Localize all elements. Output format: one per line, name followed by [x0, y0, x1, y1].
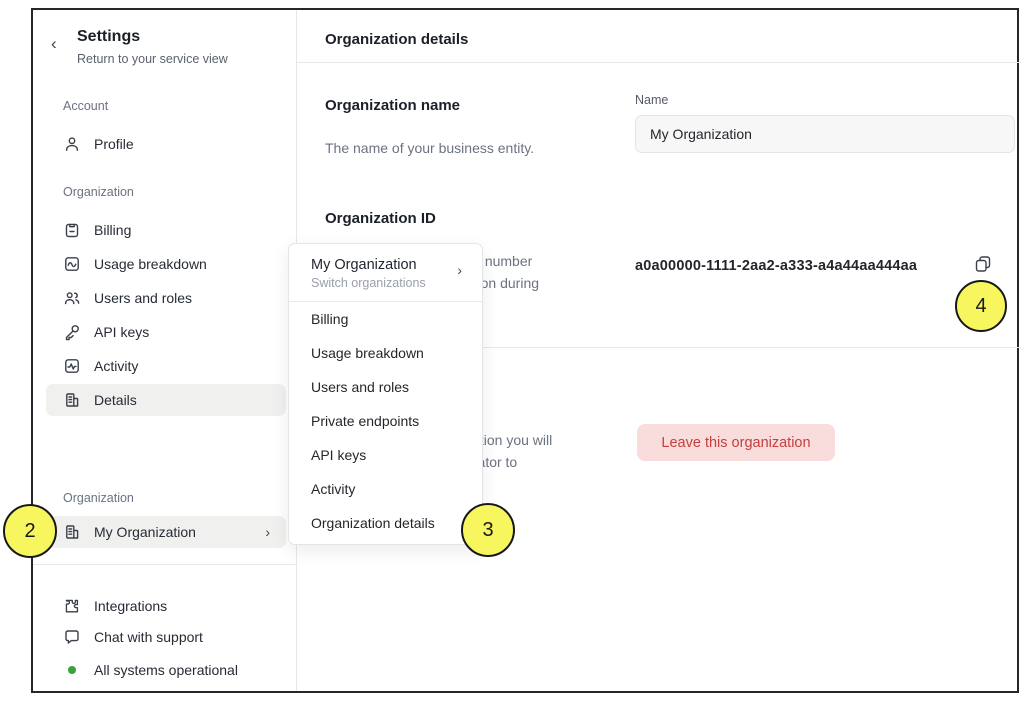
org-name-heading: Organization name: [325, 97, 460, 114]
dropdown-item-users-and-roles[interactable]: Users and roles: [289, 370, 482, 404]
status-label: All systems operational: [94, 662, 238, 678]
annotation-badge-2: 2: [3, 504, 57, 558]
org-id-heading: Organization ID: [325, 210, 436, 227]
chat-bubble-icon: [63, 628, 81, 646]
organization-dropdown-menu: My Organization Switch organizations › B…: [288, 243, 483, 545]
dropdown-item-activity[interactable]: Activity: [289, 472, 482, 506]
dropdown-org-name: My Organization: [311, 257, 466, 273]
organization-building-icon: [63, 391, 81, 409]
account-section-label: Account: [63, 99, 108, 113]
sidebar-item-label: Details: [94, 392, 137, 408]
copy-icon[interactable]: [973, 254, 995, 276]
sidebar-item-label: Users and roles: [94, 290, 192, 306]
dropdown-item-usage-breakdown[interactable]: Usage breakdown: [289, 336, 482, 370]
activity-icon: [63, 357, 81, 375]
sidebar-item-users-and-roles[interactable]: Users and roles: [46, 282, 286, 314]
back-chevron-icon[interactable]: ‹: [51, 34, 57, 54]
sidebar-item-label: Billing: [94, 222, 131, 238]
sidebar-divider: [33, 564, 297, 565]
sidebar-title: Settings: [77, 28, 140, 46]
dropdown-header[interactable]: My Organization Switch organizations ›: [289, 244, 482, 301]
sidebar-item-label: My Organization: [94, 524, 196, 540]
status-green-dot-icon: [68, 666, 76, 674]
sidebar-item-chat-support[interactable]: Chat with support: [46, 622, 286, 652]
sidebar-item-details[interactable]: Details: [46, 384, 286, 416]
org-name-description: The name of your business entity.: [325, 137, 534, 159]
annotation-badge-4: 4: [955, 280, 1007, 332]
sidebar-item-my-organization[interactable]: My Organization ›: [46, 516, 286, 548]
screenshot-canvas: ‹ Settings Return to your service view A…: [0, 0, 1024, 703]
sidebar-item-profile[interactable]: Profile: [46, 128, 286, 160]
sidebar-item-label: Activity: [94, 358, 138, 374]
dropdown-item-api-keys[interactable]: API keys: [289, 438, 482, 472]
usage-chart-icon: [63, 255, 81, 273]
settings-window: ‹ Settings Return to your service view A…: [31, 8, 1019, 693]
organization-id-value: a0a00000-1111-2aa2-a333-a4a44aa444aa: [635, 258, 917, 274]
puzzle-icon: [63, 597, 81, 615]
annotation-badge-3: 3: [461, 503, 515, 557]
leave-organization-button[interactable]: Leave this organization: [637, 424, 835, 461]
system-status-link[interactable]: All systems operational: [46, 655, 286, 685]
footer-item-label: Integrations: [94, 598, 167, 614]
sidebar-item-activity[interactable]: Activity: [46, 350, 286, 382]
sidebar-item-usage-breakdown[interactable]: Usage breakdown: [46, 248, 286, 280]
name-field-label: Name: [635, 93, 668, 107]
sidebar-item-label: Profile: [94, 136, 134, 152]
divider: [297, 62, 1021, 63]
billing-icon: [63, 221, 81, 239]
dropdown-item-private-endpoints[interactable]: Private endpoints: [289, 404, 482, 438]
dropdown-org-subtitle: Switch organizations: [311, 276, 466, 290]
dropdown-item-billing[interactable]: Billing: [289, 302, 482, 336]
users-icon: [63, 289, 81, 307]
sidebar-item-integrations[interactable]: Integrations: [46, 591, 286, 621]
page-title: Organization details: [325, 31, 468, 48]
chevron-right-icon[interactable]: ›: [457, 262, 462, 278]
sidebar-item-label: API keys: [94, 324, 149, 340]
dropdown-item-organization-details[interactable]: Organization details: [289, 506, 482, 540]
organization-building-icon: [63, 523, 81, 541]
organization-switcher-label: Organization: [63, 491, 134, 505]
sidebar-item-billing[interactable]: Billing: [46, 214, 286, 246]
key-icon: [63, 323, 81, 341]
organization-section-label: Organization: [63, 185, 134, 199]
chevron-right-icon: ›: [265, 524, 270, 540]
settings-sidebar: ‹ Settings Return to your service view A…: [33, 10, 297, 691]
sidebar-item-api-keys[interactable]: API keys: [46, 316, 286, 348]
sidebar-subtitle[interactable]: Return to your service view: [77, 52, 228, 66]
organization-name-input[interactable]: [635, 115, 1015, 153]
profile-icon: [63, 135, 81, 153]
sidebar-item-label: Usage breakdown: [94, 256, 207, 272]
footer-item-label: Chat with support: [94, 629, 203, 645]
